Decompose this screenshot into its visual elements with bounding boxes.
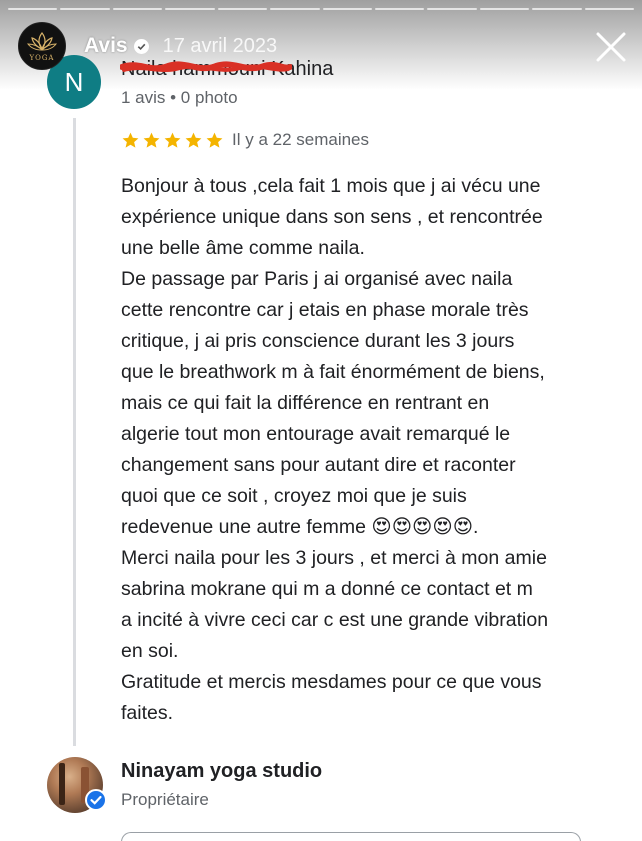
review-text-line: expérience unique dans son sens , et ren… <box>121 206 543 228</box>
review-text-line: critique, j ai pris conscience durant le… <box>121 330 515 352</box>
review-text-line: que le breathwork m à fait énormément de… <box>121 361 545 383</box>
star-icon <box>206 132 223 148</box>
star-icon <box>185 132 202 148</box>
progress-segment <box>532 8 582 10</box>
logo-text: YOGA <box>29 53 55 62</box>
verified-badge-icon <box>85 789 107 811</box>
progress-segment <box>374 8 425 10</box>
close-icon[interactable] <box>594 30 628 64</box>
verified-icon <box>133 38 149 54</box>
story-progress-bar <box>8 8 635 10</box>
star-icon <box>122 132 139 148</box>
review-text-line: Bonjour à tous ,cela fait 1 mois que j a… <box>121 175 541 197</box>
review-text-line: quoi que ce soit , croyez moi que je sui… <box>121 485 467 507</box>
star-icon <box>143 132 160 148</box>
progress-segment <box>8 8 58 10</box>
review-text: Bonjour à tous ,cela fait 1 mois que j a… <box>121 171 621 729</box>
story-header: YOGA Avis 17 avril 2023 <box>18 22 277 70</box>
review-text-line: algerie tout mon entourage avait remarqu… <box>121 423 511 445</box>
review-text-line: Gratitude et mercis mesdames pour ce que… <box>121 671 542 693</box>
review-text-line: en soi. <box>121 640 179 662</box>
progress-segment <box>479 8 530 10</box>
rating-row: Il y a 22 semaines <box>121 130 369 150</box>
review-text-line: redevenue une autre femme 😍😍😍😍😍. <box>121 516 479 538</box>
owner-role: Propriétaire <box>121 790 209 809</box>
progress-segment <box>322 8 372 10</box>
review-time: Il y a 22 semaines <box>232 130 370 149</box>
progress-segment <box>270 8 320 10</box>
review-text-line: Merci naila pour les 3 jours , et merci … <box>121 547 547 569</box>
story-account-name[interactable]: Avis <box>84 34 128 58</box>
review-text-line: De passage par Paris j ai organisé avec … <box>121 268 513 290</box>
review-text-line: une belle âme comme naila. <box>121 237 365 259</box>
story-account-avatar[interactable]: YOGA <box>18 22 66 70</box>
review-text-line: mais ce qui fait la différence en rentra… <box>121 392 490 414</box>
review-text-line: changement sans pour autant dire et raco… <box>121 454 516 476</box>
review-text-line: cette rencontre car j etais en phase mor… <box>121 299 529 321</box>
star-icon <box>164 132 181 148</box>
owner-reply-box <box>121 832 581 841</box>
reviewer-meta: 1 avis • 0 photo <box>121 88 238 107</box>
star-rating <box>121 131 224 150</box>
lotus-logo-icon <box>27 31 57 51</box>
story-date: 17 avril 2023 <box>162 34 278 57</box>
avatar-photo-detail <box>59 763 65 805</box>
progress-segment <box>217 8 268 10</box>
owner-name[interactable]: Ninayam yoga studio <box>121 760 322 783</box>
progress-segment <box>165 8 215 10</box>
progress-segment <box>427 8 477 10</box>
progress-segment <box>60 8 110 10</box>
review-text-line: a incité à vivre ceci car c est une gran… <box>121 609 549 631</box>
progress-segment <box>112 8 163 10</box>
review-text-line: sabrina mokrane qui m a donné ce contact… <box>121 578 533 600</box>
thread-divider <box>73 118 76 746</box>
review-text-line: faites. <box>121 702 174 724</box>
progress-segment <box>584 8 635 10</box>
reviewer-avatar-letter: N <box>64 66 84 97</box>
